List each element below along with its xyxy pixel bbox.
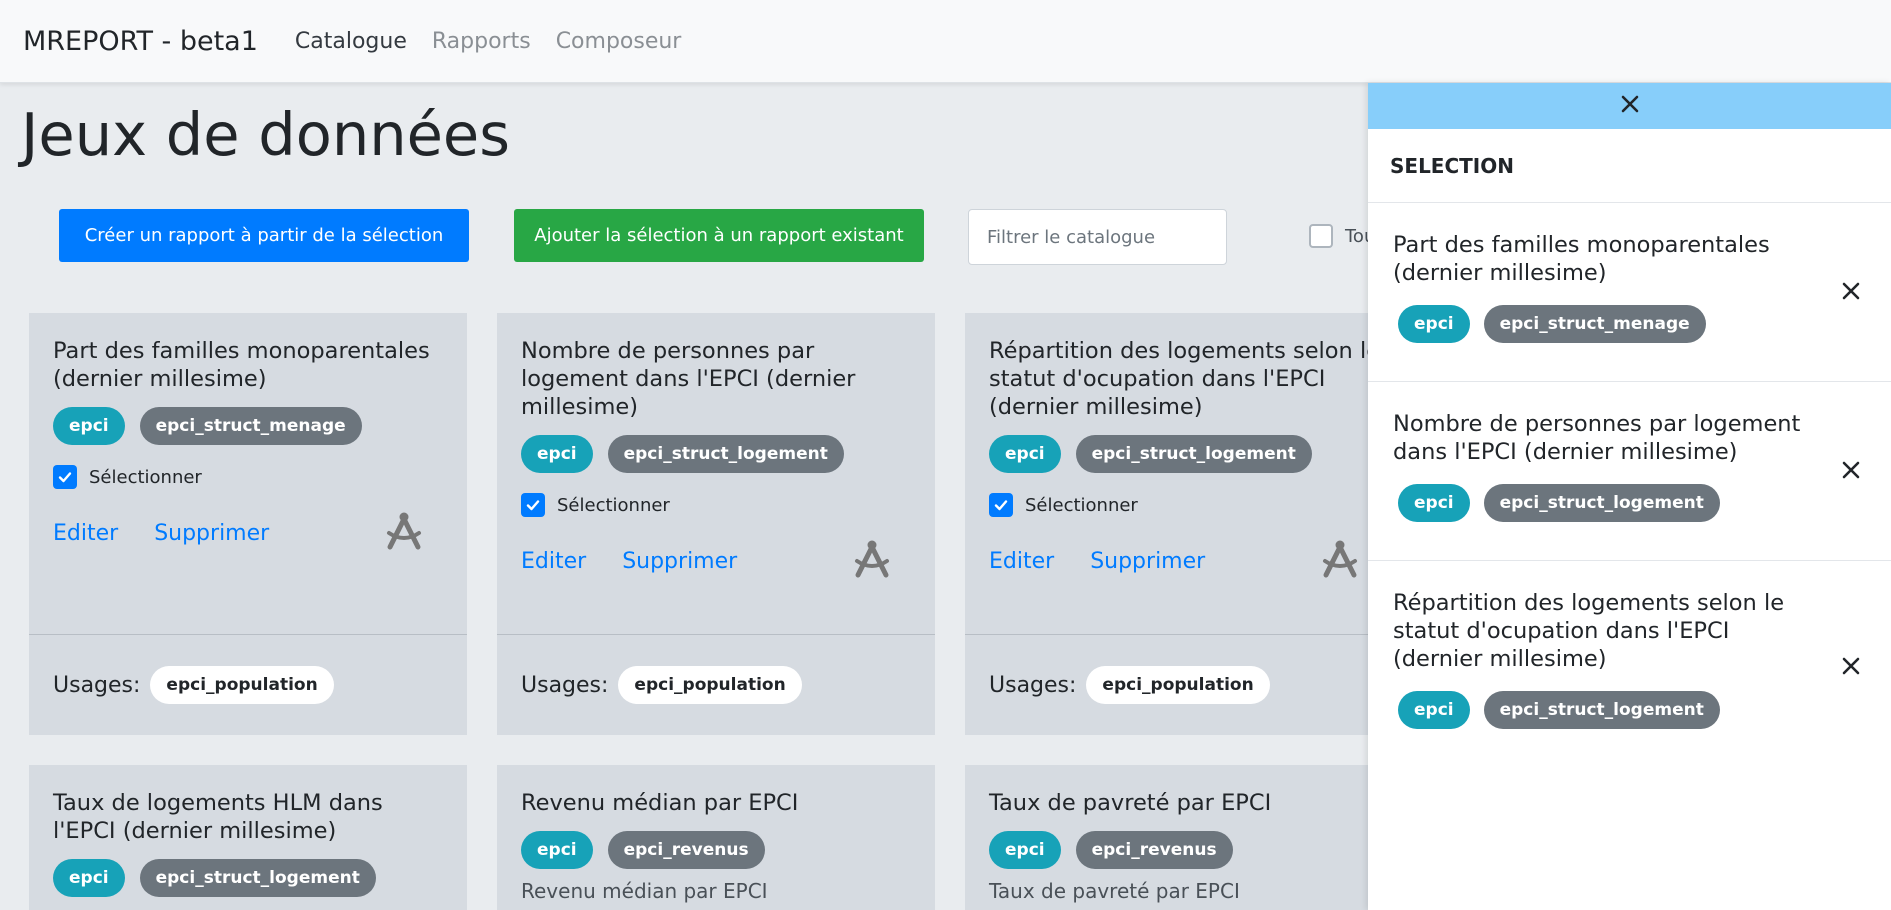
delete-link[interactable]: Supprimer	[622, 549, 737, 574]
drafting-compass-icon[interactable]	[851, 537, 893, 583]
selection-item-title: Répartition des logements selon le statu…	[1393, 590, 1785, 672]
table-badge: epci_revenus	[607, 831, 765, 869]
drafting-compass-icon[interactable]	[1319, 537, 1361, 583]
page-title: Jeux de données	[21, 100, 510, 169]
selection-item-title: Part des familles monoparentales (dernie…	[1393, 232, 1770, 286]
level-badge: epci	[1398, 691, 1470, 729]
edit-link[interactable]: Editer	[521, 549, 586, 574]
table-badge: epci_struct_menage	[1483, 305, 1706, 343]
level-badge: epci	[53, 407, 125, 445]
card-title: Nombre de personnes par logement dans l'…	[521, 338, 856, 420]
table-badge: epci_struct_menage	[139, 407, 362, 445]
table-badge: epci_struct_logement	[1483, 484, 1720, 522]
card-title: Part des familles monoparentales (dernie…	[53, 338, 430, 392]
brand-title[interactable]: MREPORT - beta1	[23, 26, 258, 57]
usage-badge[interactable]: epci_population	[618, 666, 802, 704]
level-badge: epci	[1398, 484, 1470, 522]
card-title: Taux de pavreté par EPCI	[989, 790, 1272, 816]
selection-item: Part des familles monoparentales (dernie…	[1368, 203, 1891, 382]
drafting-compass-icon[interactable]	[383, 509, 425, 555]
check-icon	[526, 500, 540, 511]
dataset-card: Nombre de personnes par logement dans l'…	[497, 313, 935, 735]
level-badge: epci	[521, 435, 593, 473]
level-badge: epci	[989, 435, 1061, 473]
card-description: Revenu médian par EPCI	[521, 879, 768, 903]
nav-rapports[interactable]: Rapports	[432, 29, 531, 54]
selection-heading: SELECTION	[1368, 129, 1891, 203]
usages-label: Usages:	[521, 672, 609, 698]
filter-catalogue-input[interactable]	[968, 209, 1227, 265]
select-label: Sélectionner	[557, 494, 670, 516]
level-badge: epci	[521, 831, 593, 869]
select-checkbox[interactable]	[989, 493, 1013, 517]
level-badge: epci	[53, 859, 125, 897]
remove-selection-icon[interactable]	[1841, 281, 1861, 305]
navbar: MREPORT - beta1 Catalogue Rapports Compo…	[0, 0, 1891, 83]
nav-composeur[interactable]: Composeur	[556, 29, 682, 54]
usage-badge[interactable]: epci_population	[150, 666, 334, 704]
table-badge: epci_struct_logement	[1075, 435, 1312, 473]
dataset-card: Part des familles monoparentales (dernie…	[29, 313, 467, 735]
level-badge: epci	[1398, 305, 1470, 343]
edit-link[interactable]: Editer	[53, 521, 118, 546]
dataset-card: Taux de pavreté par EPCI epci epci_reven…	[965, 765, 1403, 910]
edit-link[interactable]: Editer	[989, 549, 1054, 574]
usages-label: Usages:	[53, 672, 141, 698]
table-badge: epci_struct_logement	[139, 859, 376, 897]
selection-item-title: Nombre de personnes par logement dans l'…	[1393, 411, 1801, 465]
level-badge: epci	[989, 831, 1061, 869]
usages-label: Usages:	[989, 672, 1077, 698]
select-checkbox-row[interactable]: Sélectionner	[989, 493, 1379, 517]
table-badge: epci_struct_logement	[1483, 691, 1720, 729]
select-label: Sélectionner	[89, 466, 202, 488]
select-checkbox[interactable]	[521, 493, 545, 517]
dataset-card: Revenu médian par EPCI epci epci_revenus…	[497, 765, 935, 910]
table-badge: epci_revenus	[1075, 831, 1233, 869]
select-checkbox-row[interactable]: Sélectionner	[53, 465, 443, 489]
dataset-card: Taux de logements HLM dans l'EPCI (derni…	[29, 765, 467, 910]
card-description: Taux de pavreté par EPCI	[989, 879, 1240, 903]
delete-link[interactable]: Supprimer	[1090, 549, 1205, 574]
selection-item: Répartition des logements selon le statu…	[1368, 561, 1891, 766]
selection-panel: SELECTION Part des familles monoparental…	[1368, 83, 1891, 910]
selection-item: Nombre de personnes par logement dans l'…	[1368, 382, 1891, 561]
close-icon[interactable]	[1620, 94, 1640, 118]
nav-catalogue[interactable]: Catalogue	[295, 29, 407, 54]
select-checkbox-row[interactable]: Sélectionner	[521, 493, 911, 517]
select-all-toggle[interactable]: Tou	[1309, 224, 1375, 248]
panel-header	[1368, 83, 1891, 129]
card-title: Revenu médian par EPCI	[521, 790, 799, 816]
delete-link[interactable]: Supprimer	[154, 521, 269, 546]
table-badge: epci_struct_logement	[607, 435, 844, 473]
check-icon	[994, 500, 1008, 511]
dataset-card: Répartition des logements selon le statu…	[965, 313, 1403, 735]
remove-selection-icon[interactable]	[1841, 656, 1861, 680]
create-report-button[interactable]: Créer un rapport à partir de la sélectio…	[59, 209, 469, 262]
check-icon	[58, 472, 72, 483]
add-to-report-button[interactable]: Ajouter la sélection à un rapport exista…	[514, 209, 924, 262]
remove-selection-icon[interactable]	[1841, 460, 1861, 484]
select-all-checkbox[interactable]	[1309, 224, 1333, 248]
card-title: Taux de logements HLM dans l'EPCI (derni…	[53, 790, 383, 844]
select-label: Sélectionner	[1025, 494, 1138, 516]
select-checkbox[interactable]	[53, 465, 77, 489]
usage-badge[interactable]: epci_population	[1086, 666, 1270, 704]
card-title: Répartition des logements selon le statu…	[989, 338, 1381, 420]
